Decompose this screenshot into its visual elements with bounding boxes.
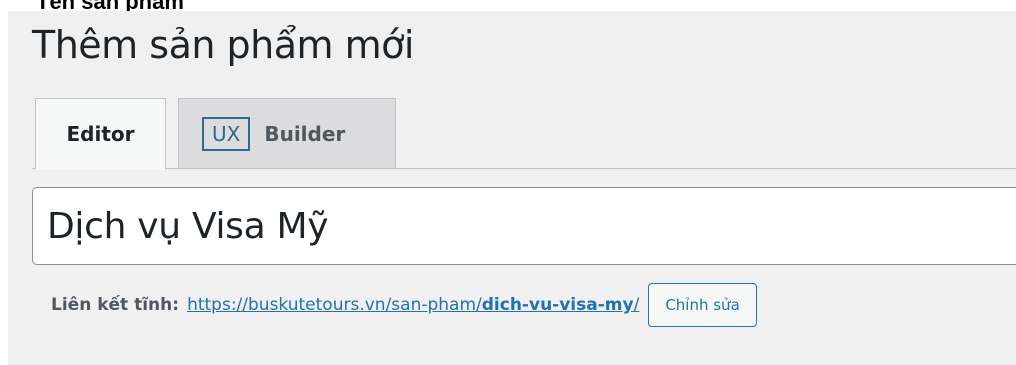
permalink-trailing-slash: / xyxy=(633,295,640,315)
page-title: Thêm sản phẩm mới xyxy=(32,23,414,67)
tab-ux-builder[interactable]: UX Builder xyxy=(178,98,396,169)
tab-ux-builder-label: Builder xyxy=(264,121,346,146)
editor-panel: Thêm sản phẩm mới Editor UX Builder Liên… xyxy=(8,11,1016,365)
permalink-slug: dich-vu-visa-my xyxy=(481,295,634,315)
product-title-input[interactable] xyxy=(32,187,1016,265)
permalink-label: Liên kết tĩnh: xyxy=(51,295,180,315)
tab-editor-label: Editor xyxy=(66,122,135,146)
tab-editor[interactable]: Editor xyxy=(35,98,166,170)
ux-logo-icon: UX xyxy=(202,116,251,151)
edit-permalink-button[interactable]: Chỉnh sửa xyxy=(648,283,757,327)
permalink-link[interactable]: https://buskutetours.vn/san-pham/dich-vu… xyxy=(187,295,639,315)
permalink-base-url: https://buskutetours.vn/san-pham/ xyxy=(187,295,482,315)
permalink-row: Liên kết tĩnh: https://buskutetours.vn/s… xyxy=(51,283,757,327)
